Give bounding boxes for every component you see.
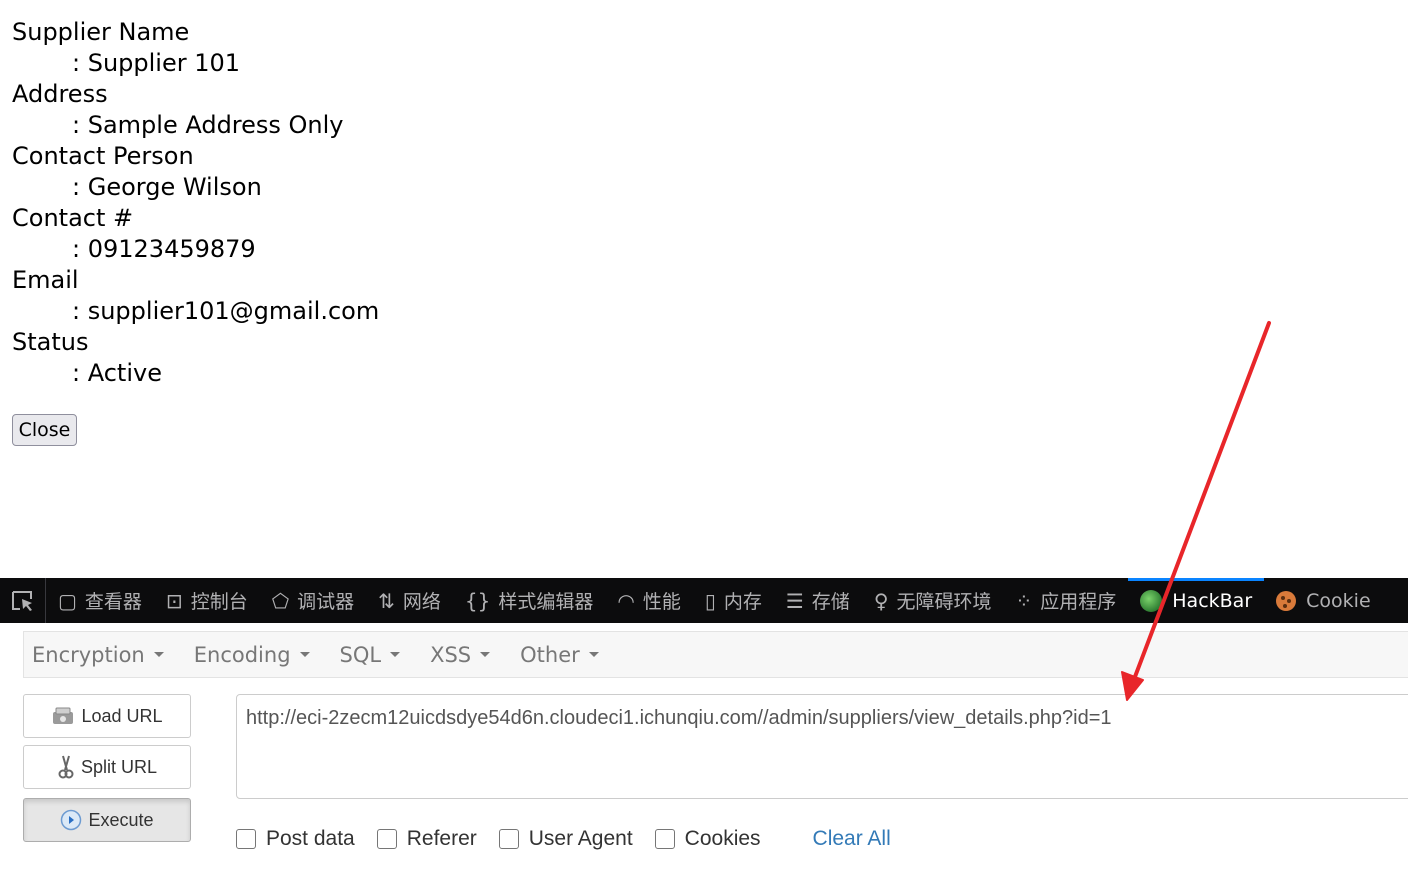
user-agent-label: User Agent (528, 827, 633, 850)
memory-icon: ▯ (704, 588, 716, 613)
inspector-icon: ▢ (58, 588, 77, 613)
tab-inspector[interactable]: ▢ 查看器 (46, 578, 154, 623)
clear-all-link[interactable]: Clear All (813, 827, 891, 851)
execute-label: Execute (88, 809, 154, 830)
split-url-label: Split URL (80, 756, 158, 777)
url-textarea[interactable]: http://eci-2zecm12uicdsdye54d6n.cloudeci… (236, 694, 1408, 799)
request-options: Post data Referer User Agent Cookies Cle… (236, 824, 891, 854)
referer-checkbox[interactable] (376, 829, 397, 849)
cookie-icon (1276, 590, 1297, 611)
menu-sql[interactable]: SQL (340, 643, 401, 667)
url-value: http://eci-2zecm12uicdsdye54d6n.cloudeci… (246, 707, 1112, 729)
menu-xss[interactable]: XSS (430, 642, 491, 667)
tab-label: 查看器 (84, 591, 142, 613)
tab-label: 样式编辑器 (498, 591, 594, 613)
user-agent-checkbox[interactable] (498, 829, 519, 849)
menu-other[interactable]: Other (520, 643, 599, 667)
post-data-checkbox[interactable] (236, 829, 256, 849)
application-icon: ⁘ (1015, 588, 1033, 613)
address-label: Address (12, 80, 108, 108)
tab-debugger[interactable]: ⬠ 调试器 (260, 578, 366, 623)
tab-label: 调试器 (297, 591, 355, 613)
option-cookies[interactable]: Cookies (654, 827, 761, 851)
hackbar-menubar: Encryption Encoding SQL XSS Other (23, 631, 1408, 678)
contact-person-label: Contact Person (12, 142, 194, 170)
scissors-icon (58, 755, 74, 779)
tab-network[interactable]: ⇅ 网络 (366, 578, 453, 623)
storage-icon: ☰ (785, 588, 804, 613)
tab-label: 网络 (402, 591, 441, 613)
devtools-toolbar: ▢ 查看器 ⊡ 控制台 ⬠ 调试器 ⇅ 网络 {} 样式编辑器 ◠ 性能 ▯ 内… (0, 578, 1408, 623)
split-url-button[interactable]: Split URL (23, 745, 191, 789)
email-label: Email (12, 266, 79, 294)
menu-label: Encoding (193, 642, 291, 667)
tab-storage[interactable]: ☰ 存储 (774, 578, 862, 623)
menu-label: XSS (430, 642, 472, 667)
menu-label: Other (520, 642, 580, 667)
caret-down-icon (153, 652, 164, 657)
close-button[interactable]: Close (12, 414, 77, 446)
tab-label: 内存 (723, 591, 762, 613)
status-value: : Active (72, 359, 162, 387)
tab-label: HackBar (1172, 589, 1253, 612)
debugger-icon: ⬠ (271, 588, 290, 613)
post-data-label: Post data (266, 827, 355, 850)
element-picker-button[interactable] (0, 578, 46, 623)
load-url-label: Load URL (81, 705, 163, 726)
caret-down-icon (588, 652, 599, 657)
execute-button[interactable]: Execute (23, 798, 191, 842)
caret-down-icon (480, 652, 491, 657)
annotation-arrow-shaft (1131, 321, 1271, 684)
tab-label: Cookie (1306, 589, 1371, 612)
load-url-icon (53, 707, 74, 724)
tab-console[interactable]: ⊡ 控制台 (154, 578, 260, 623)
accessibility-icon: ♀ (873, 588, 889, 613)
tab-style-editor[interactable]: {} 样式编辑器 (453, 578, 605, 623)
option-user-agent[interactable]: User Agent (498, 827, 633, 851)
tab-label: 性能 (642, 591, 681, 613)
caret-down-icon (299, 652, 310, 657)
performance-icon: ◠ (617, 588, 635, 613)
menu-label: SQL (339, 642, 382, 667)
element-picker-icon (11, 590, 32, 611)
caret-down-icon (390, 652, 401, 657)
email-value: : supplier101@gmail.com (72, 297, 380, 325)
address-value: : Sample Address Only (72, 111, 344, 139)
option-referer[interactable]: Referer (376, 827, 477, 851)
tab-performance[interactable]: ◠ 性能 (605, 578, 692, 623)
supplier-name-value: : Supplier 101 (72, 49, 241, 77)
contact-number-value: : 09123459879 (72, 235, 256, 263)
tab-application[interactable]: ⁘ 应用程序 (1003, 578, 1128, 623)
referer-label: Referer (406, 827, 477, 850)
contact-person-value: : George Wilson (72, 173, 262, 201)
menu-encoding[interactable]: Encoding (194, 643, 310, 667)
tab-label: 无障碍环境 (896, 591, 992, 613)
style-editor-icon: {} (464, 588, 491, 613)
option-post-data[interactable]: Post data (236, 827, 355, 851)
menu-encryption[interactable]: Encryption (32, 643, 164, 667)
tab-label: 存储 (811, 591, 850, 613)
contact-number-label: Contact # (12, 204, 134, 232)
status-label: Status (12, 328, 89, 356)
tab-accessibility[interactable]: ♀ 无障碍环境 (862, 578, 1004, 623)
tab-cookie[interactable]: Cookie (1264, 578, 1383, 623)
cookies-label: Cookies (684, 827, 761, 850)
tab-memory[interactable]: ▯ 内存 (693, 578, 774, 623)
supplier-name-label: Supplier Name (12, 18, 190, 46)
supplier-details: Supplier Name : Supplier 101 Address : S… (12, 17, 379, 389)
load-url-button[interactable]: Load URL (23, 694, 191, 738)
menu-label: Encryption (32, 642, 145, 667)
play-icon (61, 809, 82, 831)
tab-label: 应用程序 (1040, 591, 1117, 613)
tab-label: 控制台 (190, 591, 248, 613)
tab-hackbar[interactable]: HackBar (1128, 578, 1265, 623)
network-icon: ⇅ (378, 588, 395, 613)
cookies-checkbox[interactable] (654, 829, 675, 849)
console-icon: ⊡ (165, 588, 183, 613)
hackbar-icon (1140, 589, 1163, 612)
